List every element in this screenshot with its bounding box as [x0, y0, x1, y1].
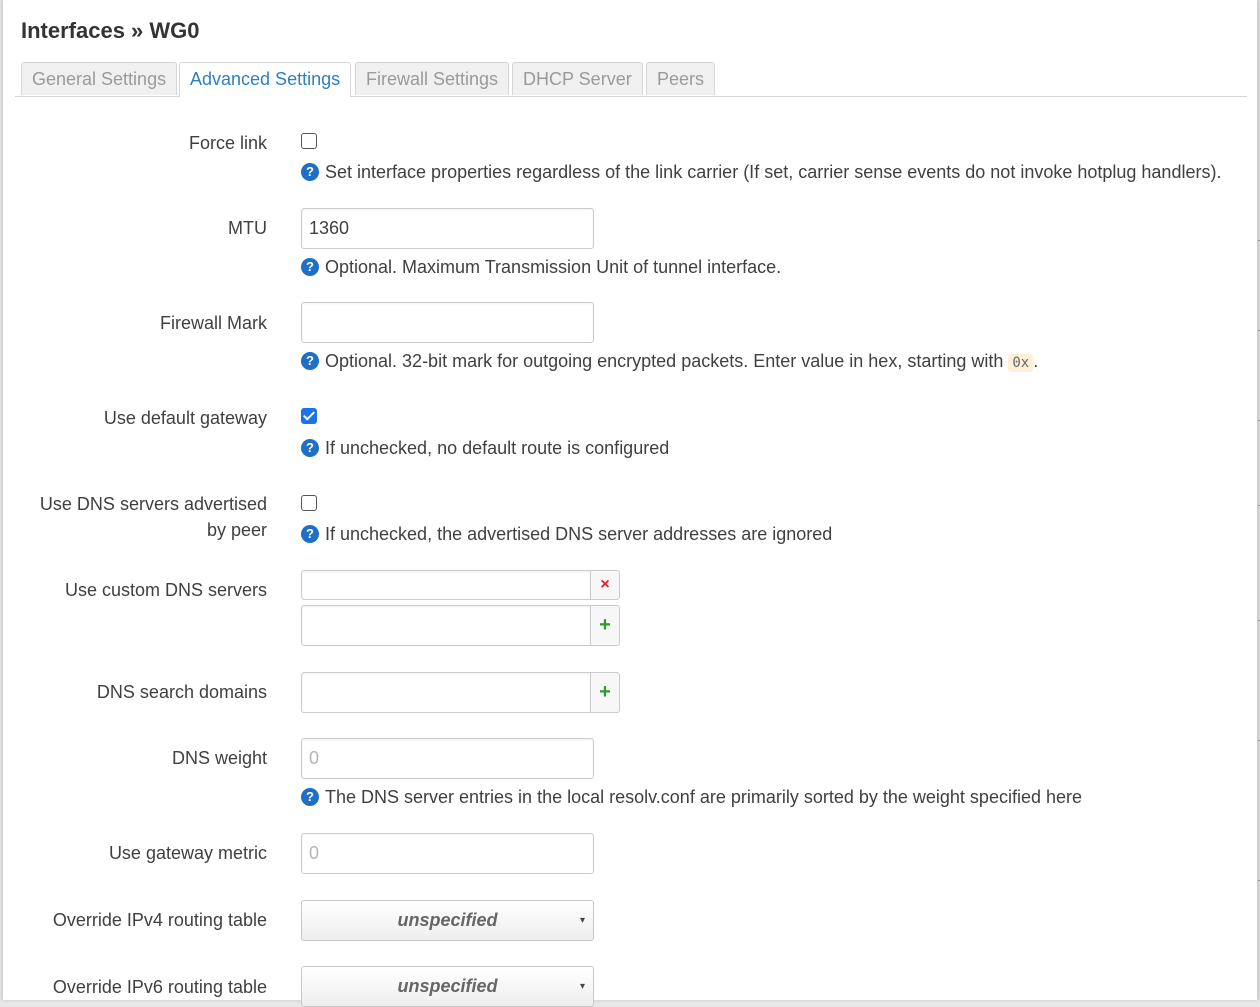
ipv4-table-label: Override IPv4 routing table	[52, 910, 267, 930]
ipv4-table-value: unspecified	[397, 910, 498, 930]
chevron-down-icon: ▾	[579, 915, 585, 926]
tab-firewall-settings[interactable]: Firewall Settings	[355, 62, 510, 95]
dns-search-entry: +	[301, 672, 621, 713]
dns-weight-label: DNS weight	[171, 748, 267, 768]
mtu-help: ? Optional. Maximum Transmission Unit of …	[301, 255, 781, 279]
dns-weight-help: ? The DNS server entries in the local res…	[301, 785, 1082, 809]
help-icon: ?	[301, 788, 319, 806]
mtu-input[interactable]: 1360	[301, 208, 594, 249]
interface-modal: Interfaces » WG0 General Settings Advanc…	[2, 0, 1258, 1007]
mtu-label: MTU	[228, 218, 267, 238]
chevron-down-icon: ▾	[579, 981, 585, 992]
default-gateway-help-text: If unchecked, no default route is config…	[325, 438, 670, 458]
peer-dns-help: ? If unchecked, the advertised DNS server…	[301, 522, 832, 546]
help-icon: ?	[301, 163, 319, 181]
gateway-metric-label: Use gateway metric	[108, 843, 267, 863]
dns-search-input[interactable]	[301, 672, 591, 713]
force-link-checkbox[interactable]	[301, 133, 317, 149]
force-link-help: ? Set interface properties regardless of …	[301, 160, 1221, 184]
hex-prefix-code: 0x	[1008, 354, 1034, 372]
help-icon: ?	[301, 525, 319, 543]
dns-weight-input[interactable]: 0	[301, 738, 594, 779]
firewall-mark-label: Firewall Mark	[159, 313, 267, 333]
help-icon: ?	[301, 258, 319, 276]
peer-dns-label: Use DNS servers advertised by peer	[40, 491, 267, 543]
custom-dns-add-button[interactable]: +	[590, 605, 620, 646]
peer-dns-checkbox[interactable]	[301, 495, 317, 511]
ipv6-table-value: unspecified	[397, 976, 498, 996]
peer-dns-label-line2: by peer	[206, 520, 267, 540]
ipv6-table-select[interactable]: unspecified ▾	[301, 966, 594, 1007]
custom-dns-new-entry: +	[301, 605, 621, 646]
page-title: Interfaces » WG0	[21, 18, 200, 43]
firewall-mark-input[interactable]	[301, 302, 594, 343]
peer-dns-help-text: If unchecked, the advertised DNS server …	[325, 524, 833, 544]
firewall-mark-help-text: Optional. 32-bit mark for outgoing encry…	[325, 351, 1004, 371]
custom-dns-entry: ×	[301, 570, 621, 600]
gateway-metric-input[interactable]: 0	[301, 833, 594, 874]
custom-dns-label: Use custom DNS servers	[64, 580, 267, 600]
default-gateway-checkbox[interactable]	[301, 408, 317, 424]
force-link-label: Force link	[188, 133, 267, 153]
custom-dns-new-input[interactable]	[301, 605, 591, 646]
tab-bar: General Settings Advanced Settings Firew…	[15, 62, 1247, 97]
dns-search-add-button[interactable]: +	[590, 672, 620, 713]
default-gateway-help: ? If unchecked, no default route is confi…	[301, 436, 669, 460]
tab-dhcp-server[interactable]: DHCP Server	[512, 62, 643, 95]
help-icon: ?	[301, 439, 319, 457]
firewall-mark-help: ? Optional. 32-bit mark for outgoing encr…	[301, 349, 1038, 375]
ipv6-table-label: Override IPv6 routing table	[52, 977, 267, 997]
default-gateway-label: Use default gateway	[103, 408, 267, 428]
peer-dns-label-line1: Use DNS servers advertised	[39, 494, 267, 514]
custom-dns-remove-button[interactable]: ×	[590, 570, 620, 600]
tab-general-settings[interactable]: General Settings	[21, 62, 178, 95]
tab-peers[interactable]: Peers	[646, 62, 716, 95]
tab-advanced-settings[interactable]: Advanced Settings	[179, 62, 352, 97]
force-link-help-text: Set interface properties regardless of t…	[325, 162, 1222, 182]
ipv4-table-select[interactable]: unspecified ▾	[301, 900, 594, 941]
custom-dns-input[interactable]	[301, 570, 591, 600]
dns-search-label: DNS search domains	[96, 682, 267, 702]
mtu-help-text: Optional. Maximum Transmission Unit of t…	[325, 257, 782, 277]
help-icon: ?	[301, 352, 319, 370]
firewall-mark-help-suffix: .	[1033, 351, 1039, 371]
dns-weight-help-text: The DNS server entries in the local reso…	[325, 787, 1083, 807]
